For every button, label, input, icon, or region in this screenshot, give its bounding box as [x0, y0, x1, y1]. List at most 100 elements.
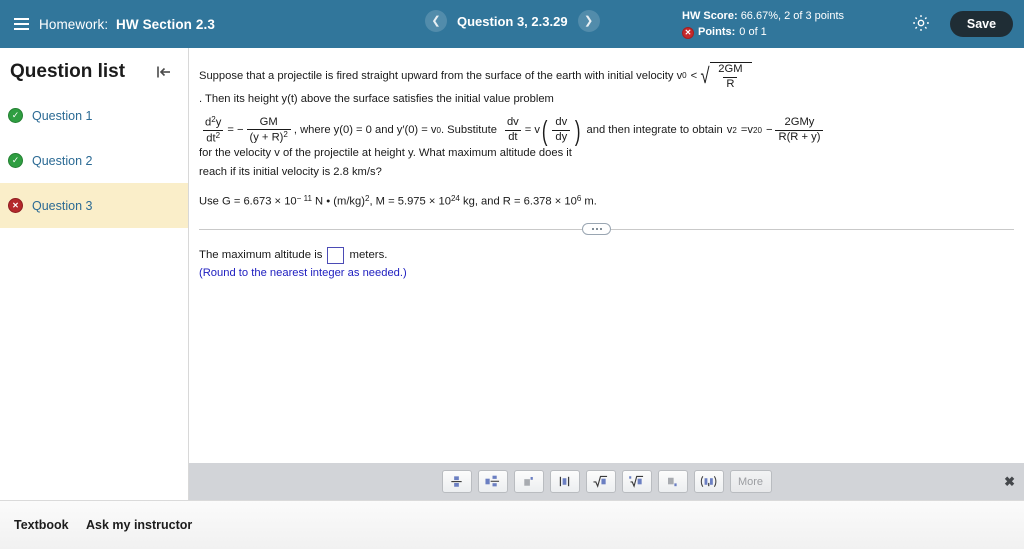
fraction-2gm-over-r: 2GM R — [715, 63, 745, 91]
hw-score-value: 66.67%, 2 of 3 points — [740, 10, 845, 22]
more-button[interactable]: More — [729, 470, 772, 493]
numerator: dv — [506, 116, 519, 129]
sidebar-item-label: Question 3 — [32, 198, 93, 213]
error-circle-icon: ✕ — [682, 26, 694, 39]
numerator: GM — [259, 115, 278, 128]
current-question-label: Question 3, 2.3.29 — [457, 13, 568, 29]
exponent: 2 — [283, 130, 288, 140]
constants-line: Use G = 6.673 × 10− 11 N • (m/kg)2, M = … — [199, 193, 1014, 210]
sidebar-title: Question list — [10, 61, 126, 82]
content-divider — [199, 222, 1014, 235]
homework-question-page: Homework: HW Section 2.3 ❮ Question 3, 2… — [0, 0, 1024, 549]
numerator: d2y — [202, 115, 224, 130]
denominator: R(R + y) — [775, 130, 824, 144]
chevron-left-icon[interactable]: ❮ — [425, 10, 447, 32]
exponent: − 11 — [296, 193, 312, 203]
problem-text-1a: Suppose that a projectile is fired strai… — [199, 70, 683, 83]
answer-prompt: The maximum altitude is meters. — [199, 246, 1014, 264]
y-symbol: y — [215, 116, 222, 129]
equals-minus: = − — [227, 124, 244, 137]
exponent-icon[interactable] — [513, 470, 544, 493]
homework-name: HW Section 2.3 — [116, 16, 215, 32]
equals-v: = v — [524, 124, 541, 137]
absolute-value-icon[interactable] — [549, 470, 580, 493]
app-header: Homework: HW Section 2.3 ❮ Question 3, 2… — [0, 0, 1024, 48]
dt-symbol: dt — [206, 132, 216, 145]
problem-text-1b: . Then its height y(t) above the surface… — [199, 92, 554, 105]
square-root-icon[interactable] — [585, 470, 616, 493]
constant-m: , M = 5.975 × 10 — [369, 195, 451, 208]
question-navigation: ❮ Question 3, 2.3.29 ❯ — [425, 10, 600, 32]
close-icon[interactable]: ✖ — [1004, 474, 1015, 490]
check-circle-icon: ✓ — [8, 153, 23, 168]
r-units: m. — [581, 195, 597, 208]
subscript: 0 — [757, 125, 762, 135]
collapse-left-icon[interactable] — [155, 64, 173, 80]
problem-statement: Suppose that a projectile is fired strai… — [189, 48, 1024, 210]
problem-line-1: Suppose that a projectile is fired strai… — [199, 62, 1014, 107]
problem-text-2b: , where y(0) = 0 and y′(0) = v — [293, 124, 437, 137]
drag-dots-handle[interactable] — [582, 222, 611, 235]
denominator: (y + R)2 — [246, 129, 291, 144]
answer-prompt-before: The maximum altitude is — [199, 249, 323, 262]
denominator: dy — [552, 130, 571, 144]
question-content: Suppose that a projectile is fired strai… — [189, 48, 1024, 463]
hamburger-icon[interactable] — [6, 18, 36, 30]
nth-root-icon[interactable] — [621, 470, 652, 493]
question-list-sidebar: Question list ✓ Question 1 ✓ Question 2 … — [0, 48, 189, 500]
hw-score-row: HW Score: 66.67%, 2 of 3 points — [682, 9, 844, 24]
sidebar-item-question-3[interactable]: ✕ Question 3 — [0, 183, 188, 228]
answer-prompt-after: meters. — [349, 249, 388, 262]
problem-text-2e: for the velocity v of the projectile at … — [199, 147, 572, 160]
footer-bar: Textbook Ask my instructor Clear all Che… — [0, 500, 1024, 549]
page-title: Homework: HW Section 2.3 — [39, 17, 215, 32]
fraction-icon[interactable] — [441, 470, 472, 493]
denominator: dt2 — [203, 130, 224, 145]
fraction-dv-dy: dv dy — [552, 116, 571, 144]
exponent: 2 — [732, 125, 737, 135]
sidebar-header: Question list — [0, 48, 188, 93]
textbook-link[interactable]: Textbook — [14, 518, 69, 532]
subscript-icon[interactable] — [657, 470, 688, 493]
g-units: N • (m/kg) — [311, 195, 365, 208]
constant-g: Use G = 6.673 × 10 — [199, 195, 297, 208]
interval-notation-icon[interactable] — [693, 470, 724, 493]
save-button[interactable]: Save — [950, 11, 1013, 37]
fraction-dv-dt: dv dt — [504, 117, 522, 144]
left-paren: ( — [541, 114, 548, 146]
answer-section: The maximum altitude is meters. (Round t… — [189, 235, 1024, 279]
problem-line-2: d2y dt2 = − GM (y + R)2 , where y(0) = 0… — [199, 114, 1014, 162]
constant-r: kg, and R = 6.378 × 10 — [459, 195, 577, 208]
sidebar-item-question-2[interactable]: ✓ Question 2 — [0, 138, 188, 183]
right-paren: ) — [575, 114, 581, 146]
score-summary: HW Score: 66.67%, 2 of 3 points ✕ Points… — [682, 9, 844, 40]
error-circle-icon: ✕ — [8, 198, 23, 213]
sidebar-item-label: Question 1 — [32, 108, 93, 123]
chevron-right-icon[interactable]: ❯ — [577, 10, 600, 32]
hw-score-label: HW Score: — [682, 10, 738, 22]
mixed-fraction-icon[interactable] — [477, 470, 508, 493]
denominator: R — [723, 76, 738, 91]
ask-instructor-link[interactable]: Ask my instructor — [86, 518, 192, 532]
numerator: 2GM — [718, 63, 743, 75]
problem-text-2c: . Substitute — [440, 124, 497, 137]
points-label: Points: — [698, 26, 736, 38]
v0-subscript: 0 — [682, 71, 687, 81]
numerator: dv — [555, 116, 568, 129]
problem-line-3: reach if its initial velocity is 2.8 km/… — [199, 165, 382, 178]
minus-symbol: − — [765, 124, 773, 137]
exponent: 2 — [215, 131, 221, 141]
exponent: 24 — [450, 193, 460, 203]
points-row: ✕ Points: 0 of 1 — [682, 25, 844, 40]
radical-icon: √ — [700, 63, 710, 89]
sidebar-item-label: Question 2 — [32, 153, 93, 168]
sqrt-expression: √ 2GM R — [699, 62, 752, 91]
numerator: 2GMy — [784, 116, 815, 129]
sidebar-item-question-1[interactable]: ✓ Question 1 — [0, 93, 188, 138]
fraction-2gmy-over-rry: 2GMy R(R + y) — [775, 116, 824, 144]
answer-input[interactable] — [327, 246, 345, 264]
homework-label: Homework: — [39, 16, 109, 32]
y-plus-r: (y + R) — [249, 131, 284, 144]
gear-icon[interactable] — [911, 13, 931, 33]
fraction-d2y-dt2: d2y dt2 — [202, 115, 224, 146]
